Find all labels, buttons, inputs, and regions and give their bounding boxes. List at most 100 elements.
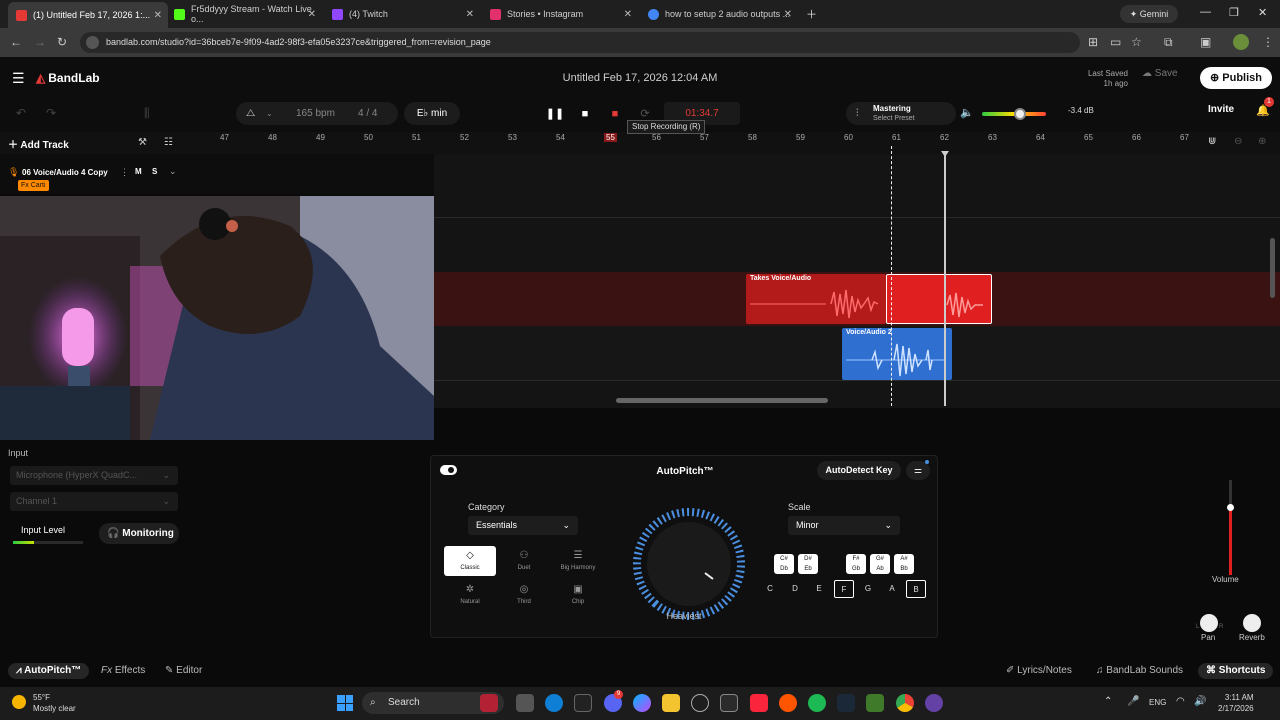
copilot-icon[interactable]: [633, 694, 651, 712]
key-d[interactable]: D: [785, 580, 805, 598]
key-c-sharp[interactable]: C# Db: [774, 554, 794, 574]
mute-button[interactable]: M: [135, 167, 142, 176]
capcut-icon[interactable]: [691, 694, 709, 712]
steam-icon[interactable]: [837, 694, 855, 712]
style-natural[interactable]: ✲ Natural: [444, 580, 496, 610]
twitch-app-icon[interactable]: [925, 694, 943, 712]
epic-games-icon[interactable]: [574, 694, 592, 712]
browser-tab-twitch[interactable]: (4) Twitch ✕: [324, 4, 480, 24]
metronome-icon[interactable]: ⧍: [246, 102, 255, 125]
system-clock[interactable]: 3:11 AM 2/17/2026: [1218, 692, 1254, 714]
sidepanel-icon[interactable]: ▣: [1200, 35, 1211, 49]
key-d-sharp[interactable]: D# Eb: [798, 554, 818, 574]
input-channel-select[interactable]: Channel 1 ⌄: [10, 492, 178, 511]
mixer-icon[interactable]: ⫼: [144, 106, 150, 121]
key-b[interactable]: B: [906, 580, 926, 598]
record-stop-button[interactable]: ■: [605, 104, 625, 124]
lyrics-notes-button[interactable]: ✐ Lyrics/Notes: [1006, 663, 1072, 679]
fx-badge[interactable]: Fx Carti: [18, 180, 49, 191]
soundcloud-icon[interactable]: [779, 694, 797, 712]
key-c[interactable]: C: [760, 580, 780, 598]
key-e[interactable]: E: [809, 580, 829, 598]
speaker-icon[interactable]: 🔈: [960, 106, 974, 119]
playhead[interactable]: [944, 154, 946, 406]
pan-knob[interactable]: [1200, 614, 1218, 632]
intensity-knob[interactable]: [631, 506, 747, 622]
autodetect-key-button[interactable]: AutoDetect Key: [817, 461, 901, 480]
bpm-field[interactable]: 165 bpm: [296, 102, 335, 125]
browser-tab-instagram[interactable]: Stories • Instagram ✕: [482, 4, 638, 24]
bookmark-star-icon[interactable]: ☆: [1131, 35, 1142, 49]
volume-handle[interactable]: [1227, 504, 1234, 511]
tab-effects[interactable]: Fx Effects: [101, 663, 145, 679]
add-track-button[interactable]: ＋ Add Track: [8, 136, 69, 151]
extensions-icon[interactable]: ⧉: [1164, 35, 1173, 50]
store-icon[interactable]: [720, 694, 738, 712]
forward-icon[interactable]: →: [34, 35, 46, 49]
windows-start-icon[interactable]: [337, 695, 353, 711]
shortcuts-button[interactable]: ⌘ Shortcuts: [1198, 663, 1274, 679]
invite-button[interactable]: Invite: [1208, 104, 1234, 115]
minimize-icon[interactable]: —: [1200, 6, 1211, 18]
style-big-harmony[interactable]: ☰ Big Harmony: [552, 546, 604, 576]
close-tab-icon[interactable]: ✕: [466, 9, 474, 20]
track-name[interactable]: 06 Voice/Audio 4 Copy: [22, 168, 108, 177]
takes-clip[interactable]: Takes Voice/Audio: [746, 274, 886, 324]
key-f[interactable]: F: [834, 580, 854, 598]
stop-button[interactable]: ■: [575, 104, 595, 124]
zoom-out-icon[interactable]: ⊖: [1234, 136, 1242, 147]
reload-icon[interactable]: ↻: [57, 35, 67, 49]
save-button[interactable]: ☁ Save: [1142, 68, 1178, 79]
style-duet[interactable]: ⚇ Duet: [498, 546, 550, 576]
close-tab-icon[interactable]: ✕: [624, 9, 632, 20]
language-indicator[interactable]: ENG: [1149, 698, 1166, 707]
key-f-sharp[interactable]: F# Gb: [846, 554, 866, 574]
zoom-in-icon[interactable]: ⊕: [1258, 136, 1266, 147]
horizontal-scrollbar[interactable]: [616, 398, 828, 403]
key-g-sharp[interactable]: G# Ab: [870, 554, 890, 574]
track-settings-icon[interactable]: ☷: [164, 137, 173, 148]
tab-autopitch[interactable]: ⩘ AutoPitch™: [8, 663, 90, 679]
browser-menu-icon[interactable]: ⋮: [1262, 35, 1274, 49]
monitoring-button[interactable]: 🎧 Monitoring: [99, 523, 179, 544]
install-app-icon[interactable]: ⊞: [1088, 35, 1098, 49]
snap-magnet-icon[interactable]: ⋓: [1208, 136, 1216, 147]
style-classic[interactable]: ◇ Classic: [444, 546, 496, 576]
back-icon[interactable]: ←: [10, 35, 22, 49]
undo-icon[interactable]: ↶: [16, 106, 26, 120]
spotify-icon[interactable]: [808, 694, 826, 712]
track-more-icon[interactable]: ⋮: [120, 167, 129, 178]
bandlab-sounds-button[interactable]: ♫ BandLab Sounds: [1096, 663, 1183, 679]
master-volume-slider[interactable]: [982, 108, 1046, 120]
profile-avatar[interactable]: [1233, 34, 1249, 50]
key-a-sharp[interactable]: A# Bb: [894, 554, 914, 574]
browser-tab-google[interactable]: how to setup 2 audio outputs ... ✕: [640, 4, 798, 24]
tray-chevron-icon[interactable]: ⌃: [1104, 696, 1112, 707]
key-a[interactable]: A: [882, 580, 902, 598]
redo-icon[interactable]: ↷: [46, 106, 56, 120]
tab-editor[interactable]: ✎ Editor: [165, 663, 202, 679]
magic-wand-icon[interactable]: ⚒: [138, 137, 147, 148]
wifi-icon[interactable]: ◠: [1176, 696, 1185, 707]
master-volume-knob[interactable]: [1014, 108, 1027, 120]
site-info-icon[interactable]: [86, 36, 99, 49]
voice-audio-2-clip[interactable]: Voice/Audio 2: [842, 328, 952, 380]
browser-tab-bandlab[interactable]: (1) Untitled Feb 17, 2026 1:... ✕: [8, 2, 168, 28]
tray-mic-icon[interactable]: 🎤: [1127, 696, 1139, 707]
maximize-icon[interactable]: ❐: [1229, 6, 1239, 19]
timeline-ruler[interactable]: 47 48 49 50 51 52 53 54 55 56 57 58 59 60 61 62 63 64 65 66…: [0, 132, 1280, 154]
key-g[interactable]: G: [858, 580, 878, 598]
edge-icon[interactable]: [545, 694, 563, 712]
style-third[interactable]: ◎ Third: [498, 580, 550, 610]
vertical-scrollbar[interactable]: [1270, 238, 1275, 298]
apple-music-icon[interactable]: [750, 694, 768, 712]
solo-button[interactable]: S: [152, 167, 157, 176]
gemini-button[interactable]: ✦ Gemini: [1120, 5, 1178, 23]
close-tab-icon[interactable]: ✕: [308, 9, 316, 20]
track-volume-slider[interactable]: [1227, 480, 1234, 575]
time-signature[interactable]: 4 / 4: [358, 102, 377, 125]
close-window-icon[interactable]: ✕: [1258, 6, 1267, 19]
volume-tray-icon[interactable]: 🔊: [1194, 696, 1206, 707]
key-selector[interactable]: E♭ min: [404, 102, 460, 125]
weather-widget[interactable]: 55°F Mostly clear: [33, 692, 76, 714]
